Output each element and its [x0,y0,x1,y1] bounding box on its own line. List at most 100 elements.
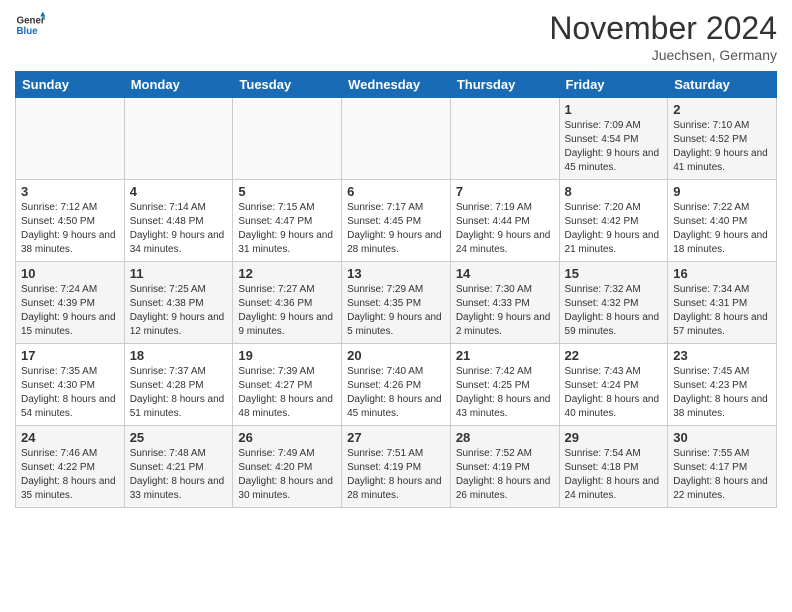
calendar-cell: 30 Sunrise: 7:55 AM Sunset: 4:17 PM Dayli… [668,426,777,508]
calendar-cell: 21 Sunrise: 7:42 AM Sunset: 4:25 PM Dayli… [450,344,559,426]
col-thursday: Thursday [450,72,559,98]
calendar-header-row: Sunday Monday Tuesday Wednesday Thursday… [16,72,777,98]
day-number: 26 [238,430,336,445]
calendar-cell: 12 Sunrise: 7:27 AM Sunset: 4:36 PM Dayli… [233,262,342,344]
day-number: 23 [673,348,771,363]
day-number: 25 [130,430,228,445]
col-saturday: Saturday [668,72,777,98]
calendar-cell: 14 Sunrise: 7:30 AM Sunset: 4:33 PM Dayli… [450,262,559,344]
day-info: Sunrise: 7:49 AM Sunset: 4:20 PM Dayligh… [238,447,336,503]
day-number: 27 [347,430,445,445]
calendar-cell: 8Sunrise: 7:20 AM Sunset: 4:42 PM Daylig… [559,180,668,262]
calendar-cell: 22Sunrise: 7:43 AM Sunset: 4:24 PM Dayli… [559,344,668,426]
calendar-cell: 17 Sunrise: 7:35 AM Sunset: 4:30 PM Dayli… [16,344,125,426]
calendar-week-3: 17 Sunrise: 7:35 AM Sunset: 4:30 PM Dayli… [16,344,777,426]
calendar-cell: 26 Sunrise: 7:49 AM Sunset: 4:20 PM Dayli… [233,426,342,508]
logo: General Blue [15,10,49,40]
day-info: Sunrise: 7:12 AM Sunset: 4:50 PM Dayligh… [21,201,119,257]
calendar-cell: 18 Sunrise: 7:37 AM Sunset: 4:28 PM Dayli… [124,344,233,426]
calendar-week-1: 3 Sunrise: 7:12 AM Sunset: 4:50 PM Daylig… [16,180,777,262]
day-info: Sunrise: 7:34 AM Sunset: 4:31 PM Dayligh… [673,283,771,339]
day-number: 10 [21,266,119,281]
day-number: 11 [130,266,228,281]
day-number: 17 [21,348,119,363]
calendar-cell: 1Sunrise: 7:09 AM Sunset: 4:54 PM Daylig… [559,98,668,180]
month-title: November 2024 [549,10,777,47]
day-info: Sunrise: 7:30 AM Sunset: 4:33 PM Dayligh… [456,283,554,339]
calendar-cell [233,98,342,180]
day-number: 3 [21,184,119,199]
day-number: 21 [456,348,554,363]
calendar-cell [450,98,559,180]
logo-icon: General Blue [15,10,45,40]
calendar-cell: 19 Sunrise: 7:39 AM Sunset: 4:27 PM Dayli… [233,344,342,426]
calendar-cell [124,98,233,180]
calendar-cell: 23 Sunrise: 7:45 AM Sunset: 4:23 PM Dayli… [668,344,777,426]
day-info: Sunrise: 7:32 AM Sunset: 4:32 PM Dayligh… [565,283,663,339]
day-info: Sunrise: 7:29 AM Sunset: 4:35 PM Dayligh… [347,283,445,339]
calendar-cell: 7Sunrise: 7:19 AM Sunset: 4:44 PM Daylig… [450,180,559,262]
day-info: Sunrise: 7:27 AM Sunset: 4:36 PM Dayligh… [238,283,336,339]
svg-text:General: General [17,16,46,27]
calendar-cell: 24 Sunrise: 7:46 AM Sunset: 4:22 PM Dayli… [16,426,125,508]
calendar-cell: 28Sunrise: 7:52 AM Sunset: 4:19 PM Dayli… [450,426,559,508]
calendar-cell: 10 Sunrise: 7:24 AM Sunset: 4:39 PM Dayli… [16,262,125,344]
day-info: Sunrise: 7:10 AM Sunset: 4:52 PM Dayligh… [673,119,771,175]
col-wednesday: Wednesday [342,72,451,98]
day-info: Sunrise: 7:46 AM Sunset: 4:22 PM Dayligh… [21,447,119,503]
day-info: Sunrise: 7:54 AM Sunset: 4:18 PM Dayligh… [565,447,663,503]
calendar-cell: 13 Sunrise: 7:29 AM Sunset: 4:35 PM Dayli… [342,262,451,344]
day-info: Sunrise: 7:35 AM Sunset: 4:30 PM Dayligh… [21,365,119,421]
day-info: Sunrise: 7:37 AM Sunset: 4:28 PM Dayligh… [130,365,228,421]
day-info: Sunrise: 7:48 AM Sunset: 4:21 PM Dayligh… [130,447,228,503]
day-info: Sunrise: 7:25 AM Sunset: 4:38 PM Dayligh… [130,283,228,339]
day-number: 24 [21,430,119,445]
calendar-cell: 6Sunrise: 7:17 AM Sunset: 4:45 PM Daylig… [342,180,451,262]
calendar-cell [342,98,451,180]
day-number: 13 [347,266,445,281]
day-info: Sunrise: 7:45 AM Sunset: 4:23 PM Dayligh… [673,365,771,421]
page-container: General Blue November 2024 Juechsen, Ger… [0,0,792,518]
day-number: 15 [565,266,663,281]
calendar-cell: 27 Sunrise: 7:51 AM Sunset: 4:19 PM Dayli… [342,426,451,508]
day-number: 30 [673,430,771,445]
calendar-cell: 20 Sunrise: 7:40 AM Sunset: 4:26 PM Dayli… [342,344,451,426]
day-info: Sunrise: 7:51 AM Sunset: 4:19 PM Dayligh… [347,447,445,503]
calendar-cell: 9Sunrise: 7:22 AM Sunset: 4:40 PM Daylig… [668,180,777,262]
day-number: 14 [456,266,554,281]
day-info: Sunrise: 7:39 AM Sunset: 4:27 PM Dayligh… [238,365,336,421]
col-tuesday: Tuesday [233,72,342,98]
day-info: Sunrise: 7:43 AM Sunset: 4:24 PM Dayligh… [565,365,663,421]
location: Juechsen, Germany [549,47,777,63]
day-info: Sunrise: 7:15 AM Sunset: 4:47 PM Dayligh… [238,201,336,257]
day-number: 19 [238,348,336,363]
title-block: November 2024 Juechsen, Germany [549,10,777,63]
day-number: 5 [238,184,336,199]
calendar-cell: 3 Sunrise: 7:12 AM Sunset: 4:50 PM Daylig… [16,180,125,262]
day-number: 9 [673,184,771,199]
day-info: Sunrise: 7:55 AM Sunset: 4:17 PM Dayligh… [673,447,771,503]
calendar-cell: 2Sunrise: 7:10 AM Sunset: 4:52 PM Daylig… [668,98,777,180]
day-info: Sunrise: 7:40 AM Sunset: 4:26 PM Dayligh… [347,365,445,421]
day-info: Sunrise: 7:42 AM Sunset: 4:25 PM Dayligh… [456,365,554,421]
day-info: Sunrise: 7:24 AM Sunset: 4:39 PM Dayligh… [21,283,119,339]
calendar-table: Sunday Monday Tuesday Wednesday Thursday… [15,71,777,508]
col-monday: Monday [124,72,233,98]
day-number: 8 [565,184,663,199]
day-number: 7 [456,184,554,199]
day-number: 4 [130,184,228,199]
day-number: 28 [456,430,554,445]
svg-text:Blue: Blue [17,26,39,37]
calendar-cell: 11 Sunrise: 7:25 AM Sunset: 4:38 PM Dayli… [124,262,233,344]
day-number: 6 [347,184,445,199]
day-number: 29 [565,430,663,445]
col-sunday: Sunday [16,72,125,98]
calendar-cell: 5 Sunrise: 7:15 AM Sunset: 4:47 PM Daylig… [233,180,342,262]
day-number: 20 [347,348,445,363]
day-number: 16 [673,266,771,281]
page-header: General Blue November 2024 Juechsen, Ger… [15,10,777,63]
calendar-cell: 16 Sunrise: 7:34 AM Sunset: 4:31 PM Dayli… [668,262,777,344]
day-number: 18 [130,348,228,363]
calendar-week-2: 10 Sunrise: 7:24 AM Sunset: 4:39 PM Dayli… [16,262,777,344]
day-number: 12 [238,266,336,281]
